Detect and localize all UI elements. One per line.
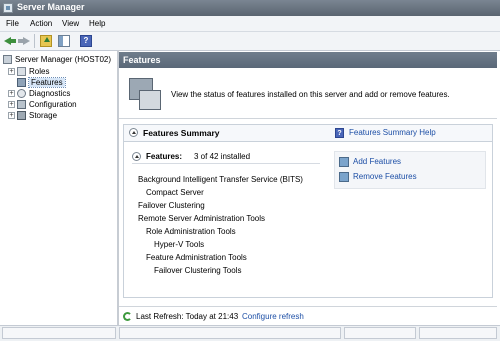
server-manager-icon [3, 3, 13, 13]
configure-refresh-link[interactable]: Configure refresh [242, 312, 304, 321]
tree-item-storage[interactable]: + Storage [8, 110, 57, 121]
expand-icon[interactable]: + [8, 90, 15, 98]
toolbar-separator [34, 34, 35, 48]
feature-item: Remote Server Administration Tools [138, 214, 266, 223]
server-icon [3, 55, 12, 65]
configuration-icon [17, 100, 26, 110]
graphic-box-front [139, 90, 161, 110]
forward-arrow-icon[interactable] [18, 35, 30, 47]
expand-icon[interactable]: + [8, 68, 15, 76]
menu-bar: File Action View Help [0, 16, 500, 32]
tree-item-label: Features [28, 77, 66, 88]
summary-title: Features Summary [143, 128, 220, 138]
tree-item-roles[interactable]: + Roles [8, 66, 49, 77]
feature-item: Failover Clustering [138, 201, 205, 210]
expand-icon[interactable]: + [8, 101, 15, 109]
features-subheader: Features: 3 of 42 installed [132, 151, 320, 164]
collapse-icon[interactable] [132, 152, 141, 161]
menu-file[interactable]: File [6, 19, 19, 28]
add-features-link[interactable]: Add Features [353, 157, 401, 166]
summary-help-link[interactable]: Features Summary Help [349, 128, 436, 137]
status-cell [419, 327, 497, 339]
expand-icon[interactable]: + [8, 112, 15, 120]
navigation-tree: Server Manager (HOST02) + Roles Features … [3, 52, 115, 324]
tree-item-label: Roles [29, 67, 50, 76]
storage-icon [17, 111, 26, 121]
feature-item: Feature Administration Tools [146, 253, 247, 262]
features-list: Features: 3 of 42 installed Background I… [132, 151, 334, 287]
remove-features-link[interactable]: Remove Features [353, 172, 417, 181]
refresh-bar: Last Refresh: Today at 21:43 Configure r… [119, 306, 497, 326]
status-bar [0, 325, 500, 341]
title-bar: Server Manager [0, 0, 500, 16]
feature-item: Hyper-V Tools [154, 240, 205, 249]
menu-action[interactable]: Action [30, 19, 52, 28]
content-header: Features [119, 52, 497, 68]
help-icon[interactable]: ? [80, 35, 92, 47]
feature-item: Compact Server [146, 188, 204, 197]
tree-item-label: Storage [29, 111, 58, 120]
tree-item-features[interactable]: Features [17, 77, 66, 88]
refresh-icon[interactable] [123, 312, 132, 321]
features-graphic-icon [127, 76, 161, 110]
features-count: 3 of 42 installed [194, 152, 251, 161]
feature-item: Background Intelligent Transfer Service … [138, 175, 303, 184]
roles-icon [17, 67, 26, 77]
features-label: Features: [146, 152, 183, 161]
menu-help[interactable]: Help [89, 19, 105, 28]
feature-item: Failover Clustering Tools [154, 266, 242, 275]
diagnostics-icon [17, 89, 26, 99]
status-cell [2, 327, 116, 339]
intro-text: View the status of features installed on… [171, 90, 450, 99]
status-cell [119, 327, 341, 339]
menu-view[interactable]: View [62, 19, 79, 28]
show-hide-tree-icon[interactable] [58, 35, 70, 47]
add-features-icon [339, 157, 349, 167]
tree-item-configuration[interactable]: + Configuration [8, 99, 77, 110]
last-refresh-text: Last Refresh: Today at 21:43 [136, 312, 239, 321]
tree-item-label: Diagnostics [29, 89, 71, 98]
features-icon [17, 78, 26, 88]
toolbar: ? [0, 32, 500, 51]
tree-root-server-manager[interactable]: Server Manager (HOST02) [3, 54, 111, 65]
feature-item: Role Administration Tools [146, 227, 236, 236]
tree-root-label: Server Manager (HOST02) [15, 55, 112, 64]
features-summary-panel: Features Summary ? Features Summary Help… [123, 124, 493, 298]
content-title: Features [123, 55, 161, 65]
help-book-icon: ? [335, 128, 344, 138]
tree-item-label: Configuration [29, 100, 77, 109]
features-actions: Add Features Remove Features [334, 151, 486, 189]
remove-features-icon [339, 172, 349, 182]
intro-section: View the status of features installed on… [119, 68, 497, 119]
window-title: Server Manager [17, 2, 85, 12]
back-arrow-icon[interactable] [4, 35, 16, 47]
status-cell [344, 327, 416, 339]
summary-header: Features Summary ? Features Summary Help [124, 125, 492, 142]
content-pane: Features View the status of features ins… [119, 52, 497, 325]
tree-item-diagnostics[interactable]: + Diagnostics [8, 88, 70, 99]
collapse-icon[interactable] [129, 128, 138, 137]
up-folder-icon[interactable] [40, 35, 52, 47]
